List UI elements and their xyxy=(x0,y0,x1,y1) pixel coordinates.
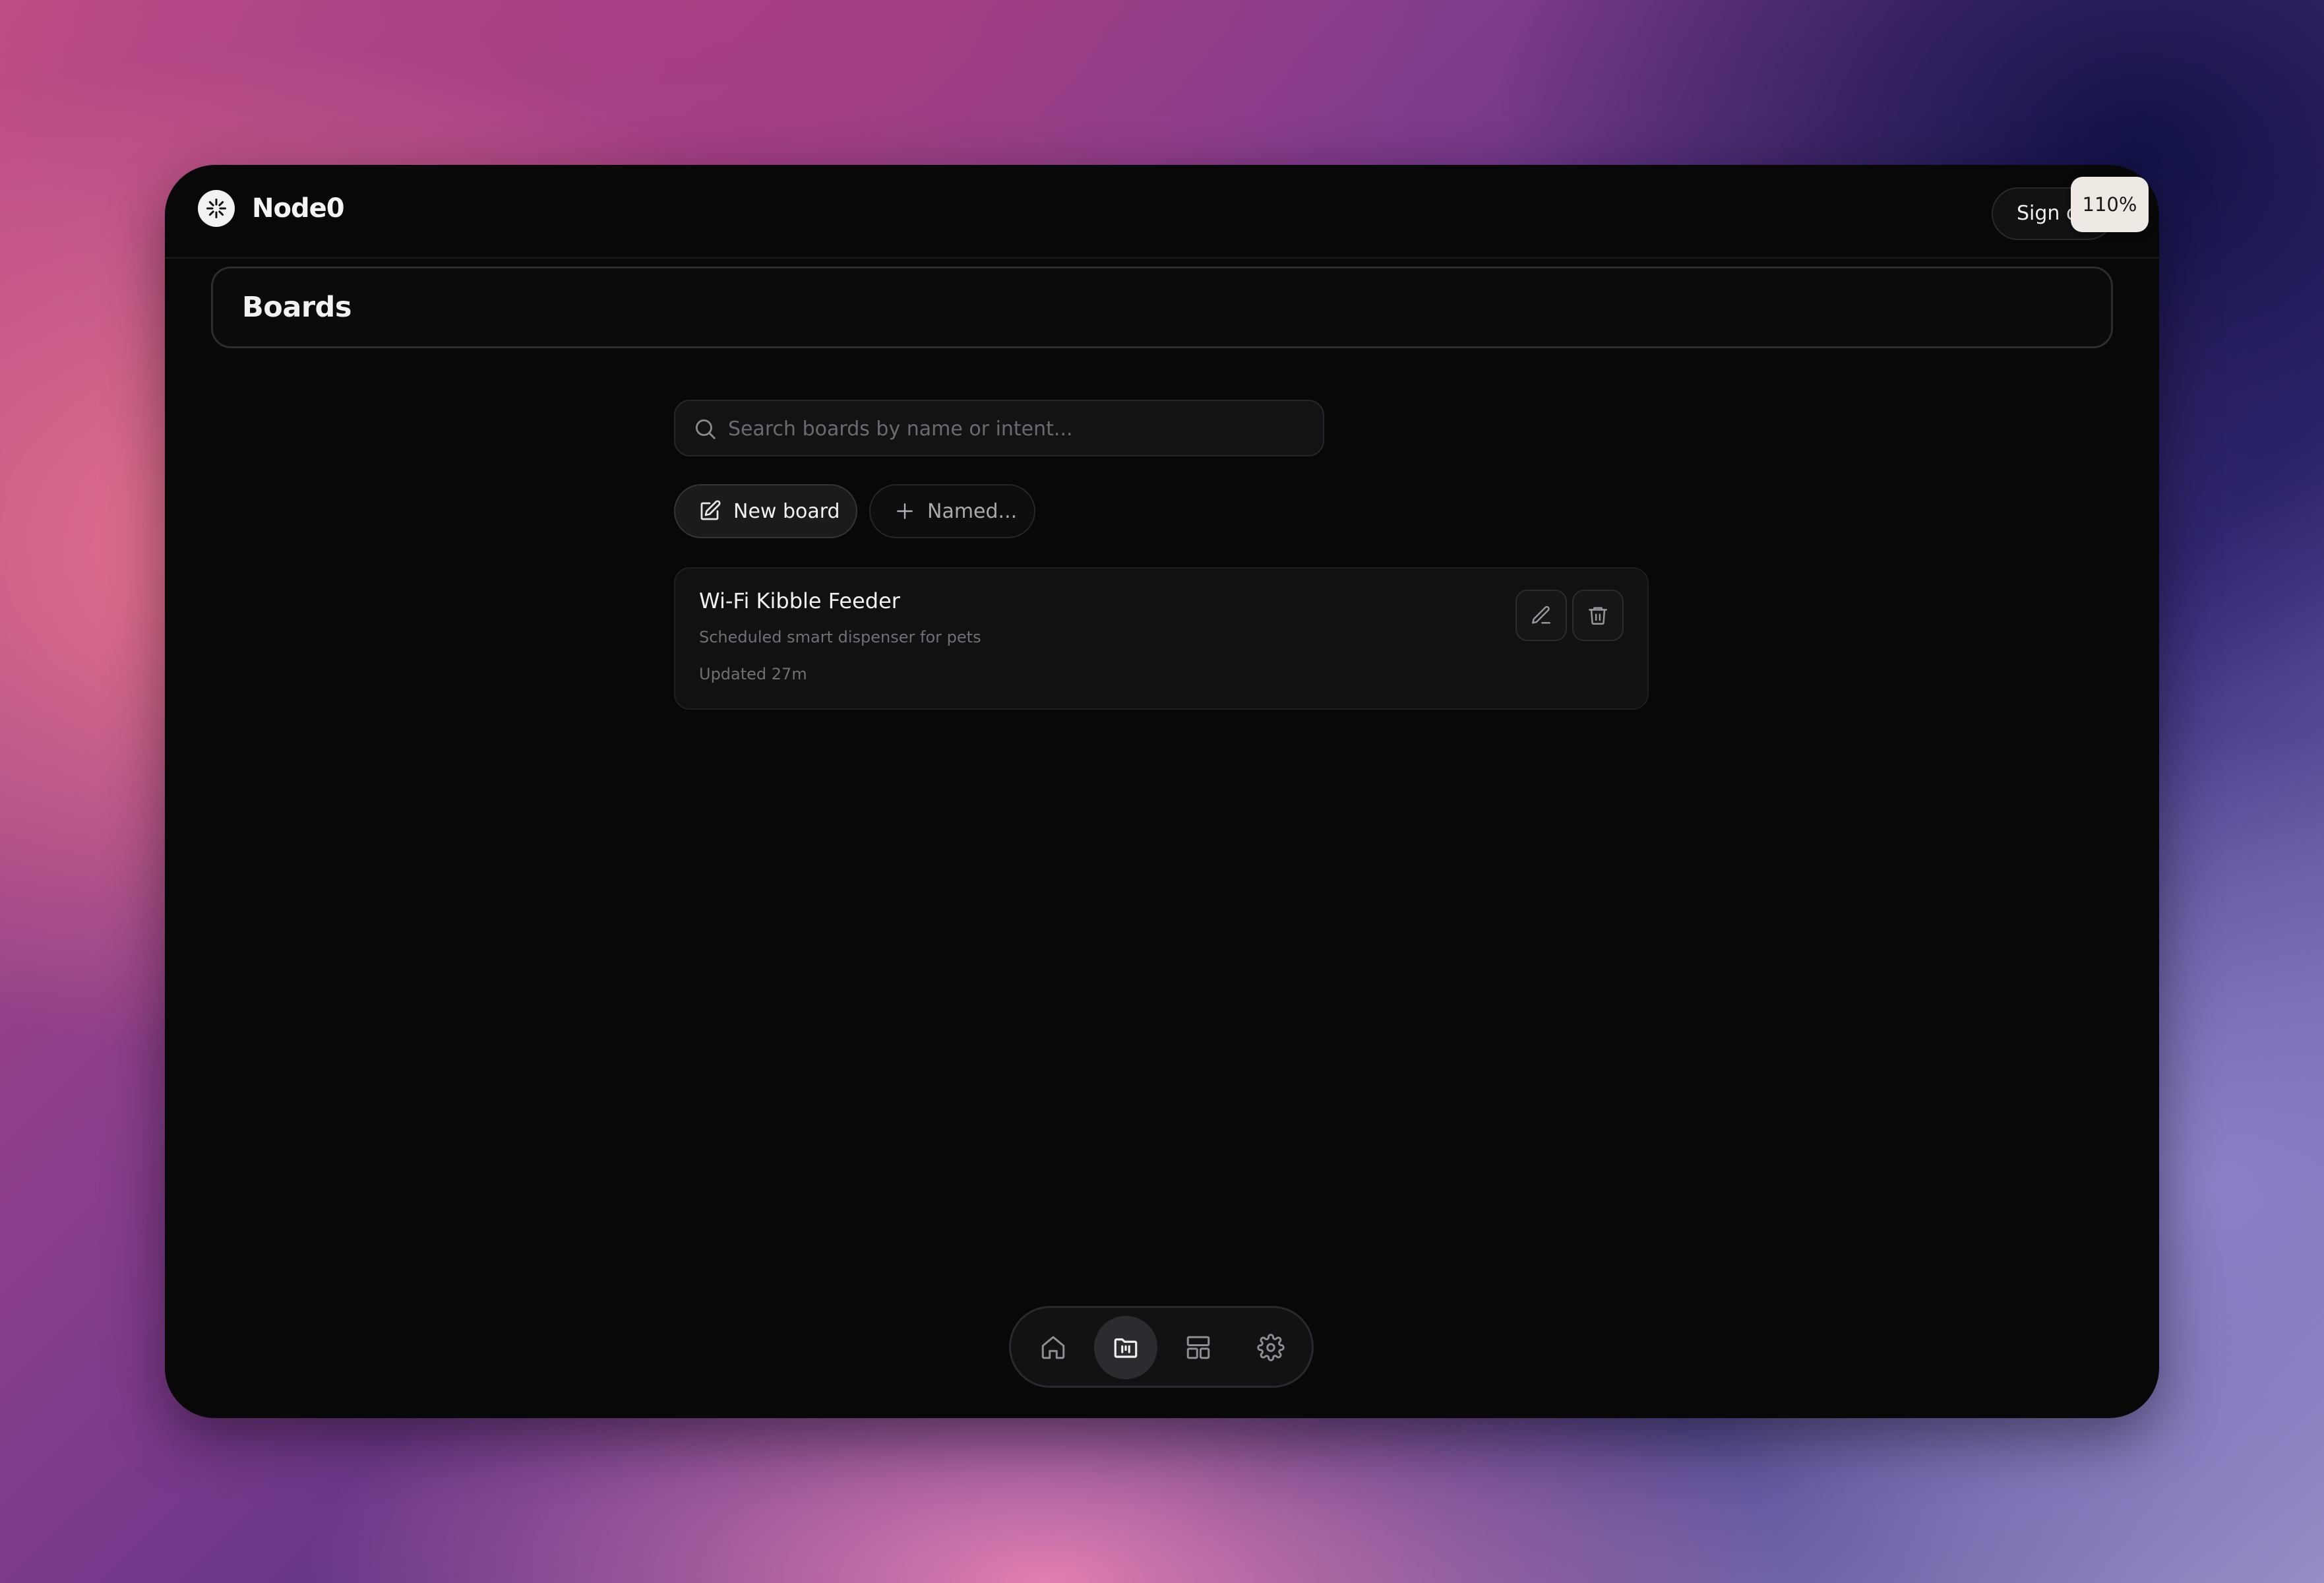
dock-settings-button[interactable] xyxy=(1239,1316,1302,1379)
delete-board-button[interactable] xyxy=(1572,590,1624,641)
dock-layout-button[interactable] xyxy=(1167,1316,1230,1379)
plus-icon xyxy=(897,503,913,519)
board-updated-time: Updated 27m xyxy=(699,665,807,683)
page-header: Boards xyxy=(211,266,2113,348)
dock-boards-button[interactable] xyxy=(1094,1316,1157,1379)
edit-board-button[interactable] xyxy=(1515,590,1567,641)
new-board-button[interactable]: New board xyxy=(674,484,857,538)
new-board-label: New board xyxy=(733,499,840,523)
board-title: Wi-Fi Kibble Feeder xyxy=(699,588,900,613)
gear-icon xyxy=(1257,1334,1285,1361)
board-card[interactable]: Wi-Fi Kibble Feeder Scheduled smart disp… xyxy=(674,567,1649,710)
pencil-icon xyxy=(1532,605,1550,624)
edit-square-icon xyxy=(700,500,721,520)
trash-icon xyxy=(1589,607,1607,625)
search-input[interactable] xyxy=(727,401,1310,456)
layout-icon xyxy=(1186,1336,1210,1359)
home-icon xyxy=(1041,1336,1065,1359)
search-icon xyxy=(692,416,718,444)
dock-home-button[interactable] xyxy=(1022,1316,1085,1379)
logo-icon xyxy=(198,190,235,227)
board-description: Scheduled smart dispenser for pets xyxy=(699,628,981,646)
bottom-dock xyxy=(1009,1306,1314,1388)
named-board-button[interactable]: Named... xyxy=(869,484,1035,538)
zoom-level-badge: 110% xyxy=(2071,177,2149,232)
page-title: Boards xyxy=(242,291,352,324)
search-box xyxy=(674,400,1324,456)
boards-folder-icon xyxy=(1114,1338,1138,1358)
app-window: Node0 Sign out 110% Boards New board Nam… xyxy=(165,165,2159,1418)
named-label: Named... xyxy=(927,499,1018,523)
app-name: Node0 xyxy=(252,193,345,224)
top-bar: Node0 Sign out 110% xyxy=(165,165,2159,259)
